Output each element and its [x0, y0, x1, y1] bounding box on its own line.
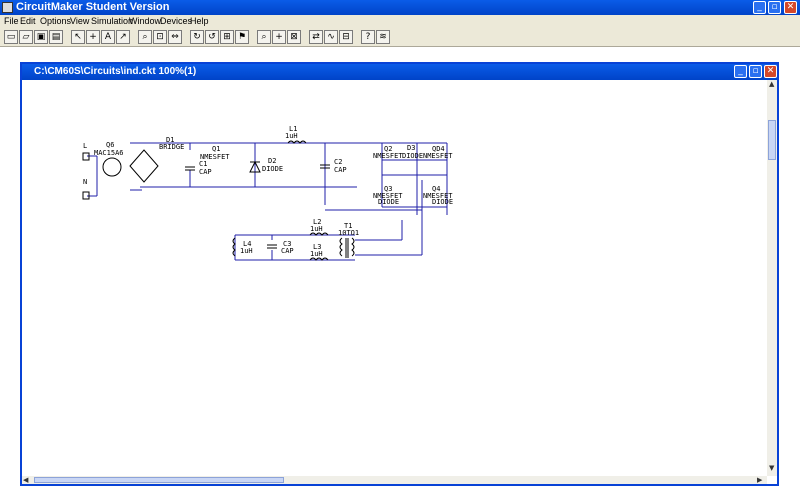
new-icon[interactable]: ▭	[4, 30, 18, 44]
horizontal-scrollbar[interactable]: ◀ ▶	[22, 476, 767, 484]
rotate-icon[interactable]: ↻	[190, 30, 204, 44]
c2-name: C2	[334, 158, 342, 166]
arrow-tool-icon[interactable]: ↖	[71, 30, 85, 44]
d1-part: BRIDGE	[159, 143, 184, 151]
bridge-d1-symbol	[129, 149, 159, 183]
scope-icon[interactable]: ⊟	[339, 30, 353, 44]
menu-file[interactable]: File	[4, 16, 19, 26]
q6-part: MAC15A6	[94, 149, 124, 157]
scroll-right-icon[interactable]: ▶	[757, 476, 762, 484]
capacitor-c3-symbol	[267, 244, 277, 249]
doc-restore-button[interactable]: ▫	[749, 65, 762, 78]
save-icon[interactable]: ▣	[34, 30, 48, 44]
vertical-scroll-thumb[interactable]	[768, 120, 776, 160]
capacitor-c1-symbol	[185, 166, 195, 171]
help-icon[interactable]: ?	[361, 30, 375, 44]
q2-part: NMESFET	[373, 152, 403, 160]
c3-part: CAP	[281, 247, 294, 255]
menu-help[interactable]: Help	[190, 16, 209, 26]
c1-part: CAP	[199, 168, 212, 176]
horizontal-scroll-thumb[interactable]	[34, 477, 284, 483]
q6-name: Q6	[106, 141, 114, 149]
menu-bar: File Edit Options View Simulation Window…	[0, 15, 800, 28]
close-button[interactable]: ✕	[784, 1, 797, 14]
zoom-in-icon[interactable]: +	[272, 30, 286, 44]
flip-tool-icon[interactable]: ⇔	[168, 30, 182, 44]
d-right-part: DIODE	[432, 198, 453, 206]
circuit-document-window: C:\CM60S\Circuits\ind.ckt 100%(1) _ ▫ ✕	[20, 62, 779, 486]
d3-name: D3	[407, 144, 415, 152]
restore-button[interactable]: ▫	[768, 1, 781, 14]
scroll-down-icon[interactable]: ▼	[769, 464, 774, 472]
transformer-t1-symbol	[339, 237, 355, 258]
document-title: C:\CM60S\Circuits\ind.ckt 100%(1)	[34, 66, 197, 77]
menu-simulation[interactable]: Simulation	[91, 16, 133, 26]
terminal-l-label: L	[83, 142, 87, 150]
t1-part: 10TO1	[338, 229, 359, 237]
c2-part: CAP	[334, 166, 347, 174]
d2-part: DIODE	[262, 165, 283, 173]
print-icon[interactable]: ▤	[49, 30, 63, 44]
document-titlebar: C:\CM60S\Circuits\ind.ckt 100%(1) _ ▫ ✕	[22, 64, 777, 80]
app-titlebar: CircuitMaker Student Version _ ▫ ✕	[0, 0, 800, 15]
probe-tool-icon[interactable]: ↗	[116, 30, 130, 44]
toolbar: ▭ ▱ ▣ ▤ ↖ + A ↗ ⌕ ⊡ ⇔ ↻ ↺ ⊞ ⚑ ⌕ + ⊠ ⇄ ∿ …	[0, 28, 800, 47]
q1-name: Q1	[212, 145, 220, 153]
triac-q6-symbol	[102, 157, 122, 177]
run-icon[interactable]: ⚑	[235, 30, 249, 44]
menu-window[interactable]: Window	[129, 16, 161, 26]
menu-edit[interactable]: Edit	[20, 16, 36, 26]
scroll-left-icon[interactable]: ◀	[23, 476, 28, 484]
doc-close-button[interactable]: ✕	[764, 65, 777, 78]
d-mid-part: DIODE	[378, 198, 399, 206]
search-icon[interactable]: ⌕	[257, 30, 271, 44]
doc-minimize-button[interactable]: _	[734, 65, 747, 78]
select-tool-icon[interactable]: ⊡	[153, 30, 167, 44]
palette-icon[interactable]: ≋	[376, 30, 390, 44]
l2-part: 1uH	[310, 225, 323, 233]
qd4-part: NMESFET	[423, 152, 453, 160]
analog-icon[interactable]: ∿	[324, 30, 338, 44]
zoom-fit-icon[interactable]: ⊠	[287, 30, 301, 44]
c1-name: C1	[199, 160, 207, 168]
menu-devices[interactable]: Devices	[160, 16, 192, 26]
digital-icon[interactable]: ⇄	[309, 30, 323, 44]
menu-options[interactable]: Options	[40, 16, 71, 26]
minimize-button[interactable]: _	[753, 1, 766, 14]
undo-icon[interactable]: ↺	[205, 30, 219, 44]
app-icon	[2, 2, 13, 13]
d2-name: D2	[268, 157, 276, 165]
vertical-scrollbar[interactable]: ▲ ▼	[767, 80, 777, 476]
scroll-up-icon[interactable]: ▲	[769, 80, 774, 88]
l4-part: 1uH	[240, 247, 253, 255]
zoom-tool-icon[interactable]: ⌕	[138, 30, 152, 44]
schematic-svg: L N Q6 MAC15A6 D1 BRIDGE Q1 NMESFET C1 C…	[82, 125, 453, 261]
d3-part: DIODE	[402, 152, 423, 160]
open-icon[interactable]: ▱	[19, 30, 33, 44]
terminal-n-label: N	[83, 178, 87, 186]
step-icon[interactable]: ⊞	[220, 30, 234, 44]
menu-view[interactable]: View	[70, 16, 89, 26]
text-tool-icon[interactable]: A	[101, 30, 115, 44]
l1-part: 1uH	[285, 132, 298, 140]
l3-part: 1uH	[310, 250, 323, 258]
wire-tool-icon[interactable]: +	[86, 30, 100, 44]
schematic-canvas[interactable]: L N Q6 MAC15A6 D1 BRIDGE Q1 NMESFET C1 C…	[22, 80, 767, 476]
app-title: CircuitMaker Student Version	[16, 1, 170, 13]
